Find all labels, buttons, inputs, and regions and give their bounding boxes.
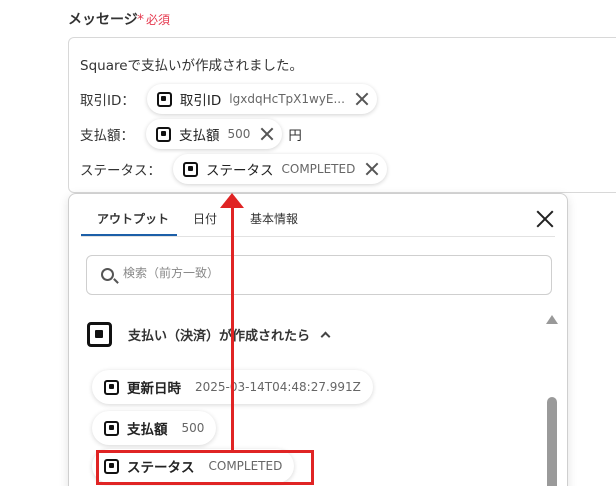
close-icon[interactable] xyxy=(355,92,369,106)
chip-label: 支払額 xyxy=(179,128,220,144)
square-logo-icon xyxy=(104,420,119,436)
scrollbar-thumb[interactable] xyxy=(547,397,557,486)
square-logo-icon xyxy=(104,379,119,395)
message-editor[interactable]: Squareで支払いが作成されました。 取引ID： 取引ID lgxdqHcTp… xyxy=(68,37,616,193)
output-item-label: 更新日時 xyxy=(127,381,181,397)
tab-output[interactable]: アウトプット xyxy=(97,210,169,227)
output-item-amount[interactable]: 支払額 500 xyxy=(92,411,217,445)
chip-value: 500 xyxy=(227,127,251,141)
chevron-up-icon[interactable] xyxy=(320,331,331,342)
output-group-header[interactable]: 支払い（決済）が作成されたら xyxy=(87,322,331,347)
output-picker-panel: アウトプット 日付 基本情報 支払い（決済）が作成されたら 更新日時 2025-… xyxy=(68,193,568,486)
chip-label: 取引ID xyxy=(179,93,222,109)
row-label: 支払額： xyxy=(80,128,134,144)
square-logo-icon xyxy=(183,161,198,177)
group-title: 支払い（決済）が作成されたら xyxy=(128,329,311,344)
row-label: ステータス： xyxy=(80,163,161,179)
required-text: 必須 xyxy=(146,13,171,27)
output-item-value: 2025-03-14T04:48:27.991Z xyxy=(195,380,361,394)
annotation-arrow-line xyxy=(231,204,234,450)
variable-chip-amount[interactable]: 支払額 500 xyxy=(146,119,283,149)
close-icon[interactable] xyxy=(534,208,556,230)
search-icon xyxy=(101,268,114,281)
tab-divider xyxy=(81,236,555,237)
tab-date[interactable]: 日付 xyxy=(193,210,217,227)
search-input[interactable] xyxy=(123,266,523,280)
scrollbar[interactable] xyxy=(544,309,560,486)
row-suffix: 円 xyxy=(288,128,302,144)
square-logo-icon xyxy=(156,126,171,142)
chip-label: ステータス xyxy=(206,163,274,179)
close-icon[interactable] xyxy=(260,127,274,141)
message-line-1: Squareで支払いが作成されました。 xyxy=(80,58,304,74)
chip-value: lgxdqHcTpX1wyE... xyxy=(229,92,345,106)
annotation-arrow-head xyxy=(220,193,244,208)
required-asterisk: * xyxy=(137,12,144,28)
output-item-label: 支払額 xyxy=(127,422,168,438)
message-field-label: メッセージ xyxy=(68,12,138,28)
variable-chip-transaction-id[interactable]: 取引ID lgxdqHcTpX1wyE... xyxy=(146,84,377,114)
square-logo-icon xyxy=(87,322,112,347)
message-row-transaction-id: 取引ID： 取引ID lgxdqHcTpX1wyE... xyxy=(80,84,377,114)
square-logo-icon xyxy=(156,91,172,107)
message-row-amount: 支払額： 支払額 500 円 xyxy=(80,119,302,149)
output-item-value: 500 xyxy=(181,421,205,435)
variable-chip-status[interactable]: ステータス COMPLETED xyxy=(173,154,388,184)
required-marker: * 必須 xyxy=(137,11,170,28)
annotation-highlight-box xyxy=(96,450,314,485)
row-label: 取引ID： xyxy=(80,93,135,109)
search-box xyxy=(86,255,552,295)
message-row-status: ステータス： ステータス COMPLETED xyxy=(80,154,388,184)
close-icon[interactable] xyxy=(365,162,379,176)
chip-value: COMPLETED xyxy=(281,162,356,176)
scroll-up-arrow-icon[interactable] xyxy=(546,315,558,324)
tab-basic-info[interactable]: 基本情報 xyxy=(250,210,298,227)
